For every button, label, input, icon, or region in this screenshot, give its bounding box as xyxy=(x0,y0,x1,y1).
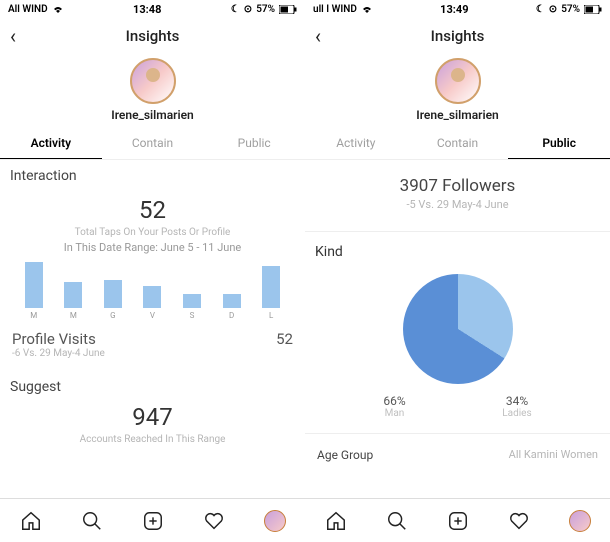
tab-activity[interactable]: Activity xyxy=(0,128,102,159)
carrier: ull I WIND xyxy=(313,4,357,15)
status-bar: All WIND 13:48 ☾ ⊙ 57% xyxy=(0,0,305,18)
kind-block: Kind 66% Man 34% Ladies xyxy=(305,231,610,419)
tab-activity[interactable]: Activity xyxy=(305,128,407,159)
taps-value: 52 xyxy=(0,196,305,224)
profile-section: Irene_silmarien xyxy=(0,54,305,128)
kind-title: Kind xyxy=(305,244,610,268)
tab-public[interactable]: Public xyxy=(508,128,610,159)
clock: 13:49 xyxy=(373,3,536,16)
section-interaction: Interaction xyxy=(0,160,305,186)
add-icon[interactable] xyxy=(141,509,165,533)
moon-icon: ☾ xyxy=(231,4,240,15)
battery-icon xyxy=(584,5,602,14)
username: Irene_silmarien xyxy=(111,108,194,122)
followers-sub: -5 Vs. 29 May-4 June xyxy=(305,198,610,211)
page-title: Insights xyxy=(431,27,485,45)
bottom-nav xyxy=(0,498,305,542)
profile-section: Irene_silmarien xyxy=(305,54,610,128)
heart-icon[interactable] xyxy=(202,509,226,533)
followers-block: 3907 Followers -5 Vs. 29 May-4 June xyxy=(305,160,610,219)
followers-value: 3907 Followers xyxy=(305,176,610,196)
tab-content[interactable]: Contain xyxy=(102,128,204,159)
suggest-caption: Accounts Reached In This Range xyxy=(0,433,305,447)
add-icon[interactable] xyxy=(446,509,470,533)
legend-ladies: 34% Ladies xyxy=(502,394,531,419)
clock: 13:48 xyxy=(64,3,231,16)
taps-range: In This Date Range: June 5 - 11 June xyxy=(0,241,305,254)
bar-s xyxy=(183,294,201,308)
heart-icon[interactable] xyxy=(507,509,531,533)
profile-visits-value: 52 xyxy=(276,330,293,348)
age-filter: All Kamini Women xyxy=(509,448,598,462)
tab-public[interactable]: Public xyxy=(203,128,305,159)
age-group-row[interactable]: Age Group All Kamini Women xyxy=(305,433,610,462)
section-suggest: Suggest xyxy=(0,371,305,397)
phone-left: All WIND 13:48 ☾ ⊙ 57% ‹ Insights Irene_… xyxy=(0,0,305,542)
header: ‹ Insights xyxy=(305,18,610,54)
content-activity: Interaction 52 Total Taps On Your Posts … xyxy=(0,160,305,498)
search-icon[interactable] xyxy=(80,509,104,533)
back-button[interactable]: ‹ xyxy=(315,26,321,46)
profile-visits-sub: -6 Vs. 29 May-4 June xyxy=(0,348,305,359)
bar-v xyxy=(143,286,161,308)
alarm-icon: ⊙ xyxy=(549,4,557,15)
taps-caption: Total Taps On Your Posts Or Profile xyxy=(0,226,305,240)
username: Irene_silmarien xyxy=(416,108,499,122)
wifi-icon xyxy=(361,5,373,14)
suggest-value: 947 xyxy=(0,403,305,431)
phone-right: ull I WIND 13:49 ☾ ⊙ 57% ‹ Insights Iren… xyxy=(305,0,610,542)
battery-pct: 57% xyxy=(256,4,275,15)
tab-content[interactable]: Contain xyxy=(407,128,509,159)
bar-m2 xyxy=(64,282,82,308)
bar-chart: M M G V S D L xyxy=(0,260,305,320)
status-bar: ull I WIND 13:49 ☾ ⊙ 57% xyxy=(305,0,610,18)
battery-icon xyxy=(279,5,297,14)
moon-icon: ☾ xyxy=(536,4,545,15)
back-button[interactable]: ‹ xyxy=(10,26,16,46)
bar-g xyxy=(104,280,122,308)
avatar[interactable] xyxy=(435,58,481,104)
age-label: Age Group xyxy=(317,448,373,462)
profile-icon[interactable] xyxy=(263,509,287,533)
tabs: Activity Contain Public xyxy=(305,128,610,160)
bar-l xyxy=(262,266,280,308)
home-icon[interactable] xyxy=(19,509,43,533)
pie-legend: 66% Man 34% Ladies xyxy=(305,394,610,419)
battery-pct: 57% xyxy=(561,4,580,15)
profile-visits-label: Profile Visits xyxy=(12,330,96,348)
content-public: 3907 Followers -5 Vs. 29 May-4 June Kind… xyxy=(305,160,610,498)
page-title: Insights xyxy=(126,27,180,45)
header: ‹ Insights xyxy=(0,18,305,54)
bar-m1 xyxy=(25,262,43,308)
tabs: Activity Contain Public xyxy=(0,128,305,160)
wifi-icon xyxy=(52,5,64,14)
profile-visits-row[interactable]: Profile Visits 52 xyxy=(0,320,305,348)
bar-d xyxy=(223,294,241,308)
bottom-nav xyxy=(305,498,610,542)
home-icon[interactable] xyxy=(324,509,348,533)
carrier: All WIND xyxy=(8,4,48,15)
legend-man: 66% Man xyxy=(383,394,405,419)
avatar[interactable] xyxy=(130,58,176,104)
alarm-icon: ⊙ xyxy=(244,4,252,15)
profile-icon[interactable] xyxy=(568,509,592,533)
search-icon[interactable] xyxy=(385,509,409,533)
pie-chart xyxy=(403,274,513,384)
